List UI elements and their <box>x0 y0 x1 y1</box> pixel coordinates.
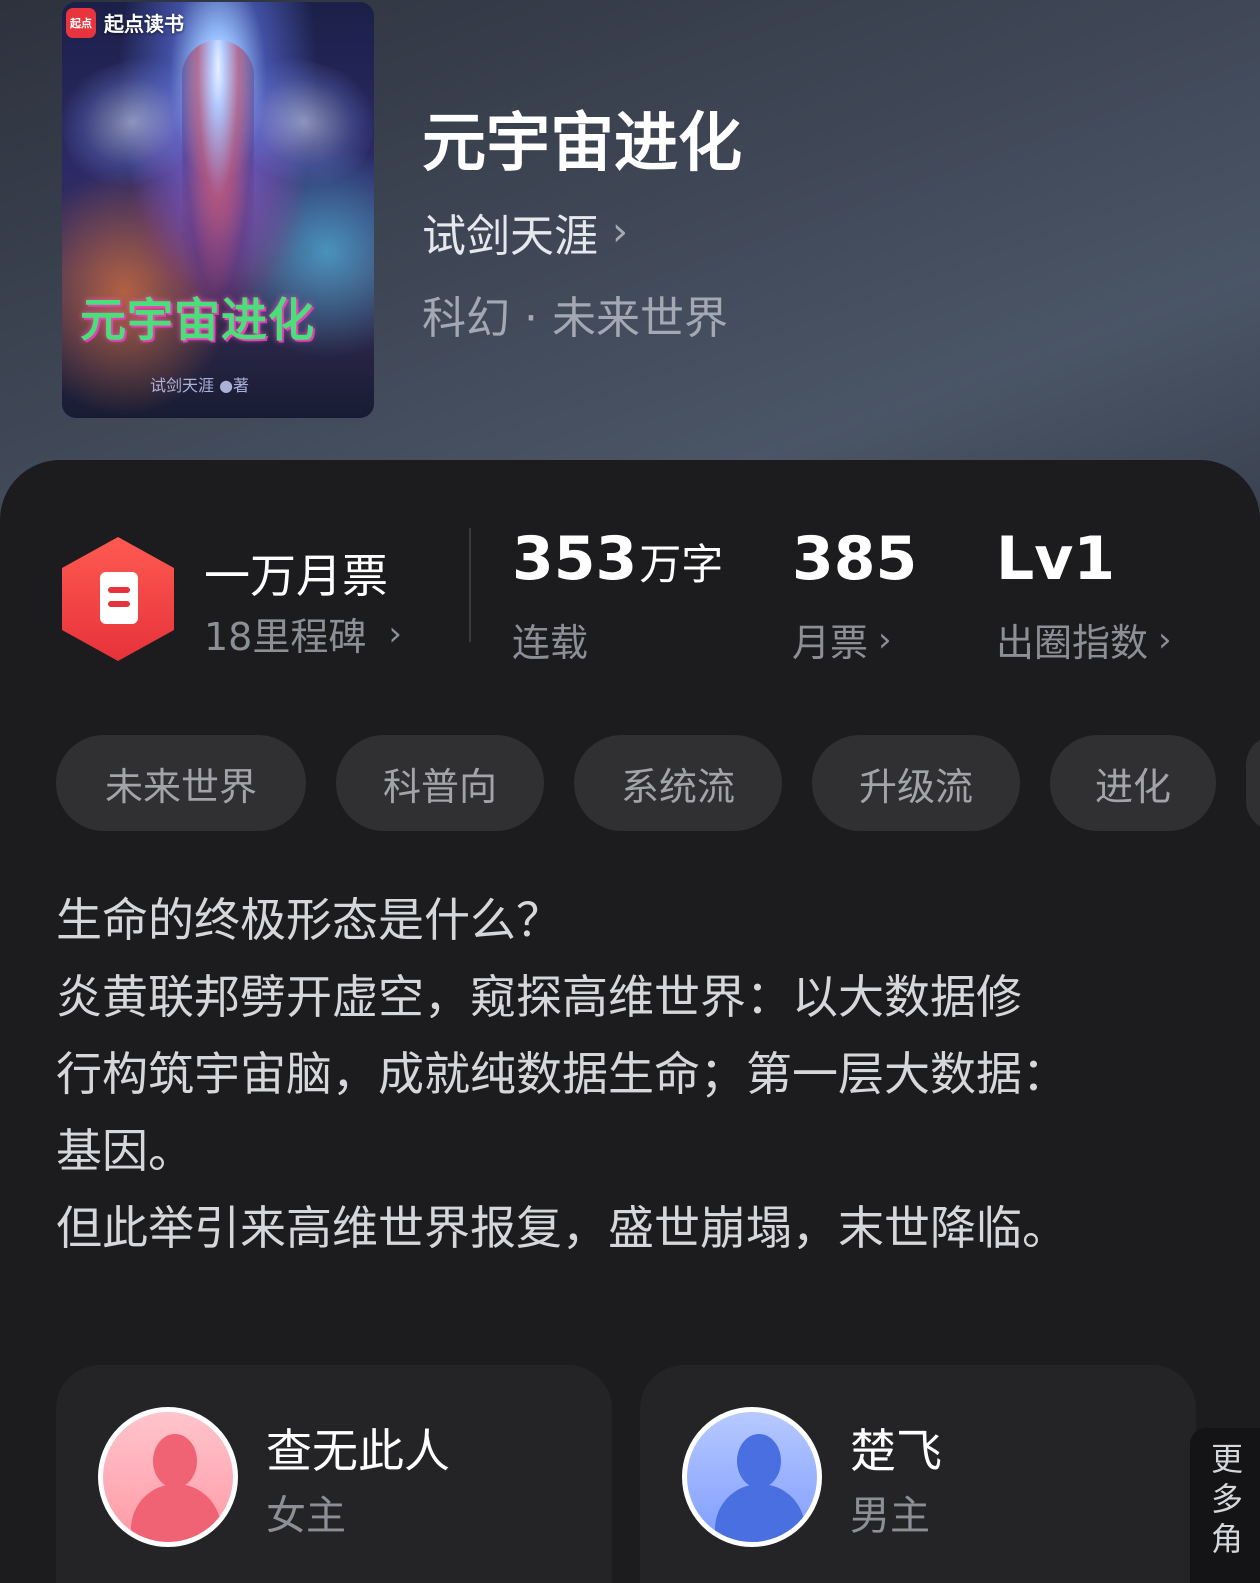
cover-author-art: 试剑天涯 ●著 <box>150 376 250 395</box>
honor-milestone-link[interactable]: 18里程碑 › <box>204 606 402 661</box>
word-count-label: 连载 <box>512 612 588 667</box>
word-count-value: 353 <box>512 524 638 594</box>
character-role: 男主 <box>850 1493 930 1539</box>
male-avatar-icon <box>682 1407 822 1547</box>
author-name: 试剑天涯 <box>422 211 598 262</box>
honor-milestone-label: 18里程碑 <box>204 615 367 659</box>
tag-chip[interactable]: 进化 <box>1050 735 1216 831</box>
avatar-silhouette <box>131 1484 221 1542</box>
tag-chip[interactable]: 升级流 <box>812 735 1020 831</box>
character-card[interactable]: 楚飞 男主 <box>640 1365 1196 1583</box>
monthly-votes-link[interactable]: 月票 › <box>792 612 892 667</box>
character-name: 楚飞 <box>850 1424 942 1478</box>
serial-status: 连载 <box>512 621 589 665</box>
more-characters-button[interactable]: 更多角 <box>1190 1428 1260 1583</box>
chevron-right-icon: › <box>388 613 402 654</box>
more-characters-label: 更多角 <box>1206 1442 1244 1562</box>
avatar-silhouette <box>715 1484 805 1542</box>
book-title: 元宇宙进化 <box>422 106 742 181</box>
cover-title-art: 元宇宙进化 <box>80 293 315 347</box>
qidian-logo-icon: 起点 <box>66 8 96 38</box>
female-avatar-icon <box>98 1407 238 1547</box>
tag-chip-overflow[interactable] <box>1246 735 1260 831</box>
character-name: 查无此人 <box>266 1424 450 1478</box>
synopsis-line: 生命的终极形态是什么？ <box>56 893 562 947</box>
stats-divider <box>469 528 471 642</box>
word-count: 353 万字 <box>512 524 723 594</box>
synopsis-line: 基因。 <box>56 1124 194 1178</box>
character-card[interactable]: 查无此人 女主 <box>56 1365 612 1583</box>
tag-chip[interactable]: 未来世界 <box>56 735 306 831</box>
word-count-unit: 万字 <box>639 540 724 589</box>
book-genre[interactable]: 科幻 · 未来世界 <box>422 282 728 346</box>
chevron-right-icon: › <box>878 619 892 660</box>
avatar-silhouette <box>737 1434 781 1488</box>
synopsis-line: 但此举引来高维世界报复，盛世崩塌，末世降临。 <box>56 1201 1068 1255</box>
book-cover[interactable]: 起点 起点读书 元宇宙进化 试剑天涯 ●著 <box>62 2 374 418</box>
cover-art-figure <box>182 40 254 300</box>
honor-title[interactable]: 一万月票 <box>204 540 388 606</box>
monthly-votes-value: 385 <box>792 524 918 594</box>
chevron-right-icon: › <box>1158 619 1172 660</box>
book-synopsis[interactable]: 生命的终极形态是什么？ 炎黄联邦劈开虚空，窥探高维世界：以大数据修 行构筑宇宙脑… <box>56 882 1206 1267</box>
tag-chip[interactable]: 系统流 <box>574 735 782 831</box>
tag-list: 未来世界 科普向 系统流 升级流 进化 <box>56 735 1260 831</box>
ticket-icon <box>100 572 138 624</box>
avatar-silhouette <box>153 1434 197 1488</box>
popularity-level-value: Lv1 <box>996 524 1116 594</box>
cover-brand-text: 起点读书 <box>104 12 184 36</box>
character-role: 女主 <box>266 1493 346 1539</box>
monthly-votes-label: 月票 <box>792 621 869 665</box>
popularity-index-label: 出圈指数 <box>996 621 1149 665</box>
synopsis-line: 行构筑宇宙脑，成就纯数据生命；第一层大数据： <box>56 1047 1068 1101</box>
popularity-index-link[interactable]: 出圈指数 › <box>996 612 1172 667</box>
author-link[interactable]: 试剑天涯 › <box>422 200 628 264</box>
tag-chip[interactable]: 科普向 <box>336 735 544 831</box>
synopsis-line: 炎黄联邦劈开虚空，窥探高维世界：以大数据修 <box>56 970 1022 1024</box>
chevron-right-icon: › <box>612 209 628 255</box>
